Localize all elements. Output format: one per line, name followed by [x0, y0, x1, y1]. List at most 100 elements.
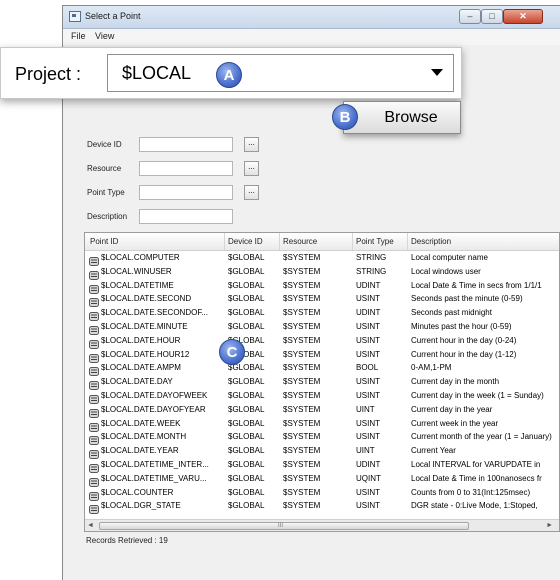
- minimize-button[interactable]: –: [459, 9, 481, 24]
- table-row[interactable]: $LOCAL.DATE.WEEK $GLOBAL $SYSTEM USINT Curre…: [85, 418, 559, 432]
- menu-view[interactable]: View: [95, 31, 114, 41]
- browse-button[interactable]: Browse: [343, 101, 461, 134]
- cell-description: Local INTERVAL for VARUPDATE in: [411, 460, 541, 469]
- device-id-input[interactable]: [139, 137, 233, 152]
- cell-device-id: $GLOBAL: [228, 322, 265, 331]
- cell-description: Current hour in the day (1-12): [411, 349, 517, 359]
- point-tag-icon: [89, 501, 99, 515]
- resource-input[interactable]: [139, 161, 233, 176]
- cell-point-id: $LOCAL.COMPUTER: [101, 253, 180, 262]
- cell-resource: $SYSTEM: [283, 460, 321, 469]
- cell-point-type: USINT: [356, 322, 380, 331]
- close-button[interactable]: ✕: [503, 9, 543, 24]
- horizontal-scrollbar[interactable]: ◄ III ►: [85, 519, 559, 531]
- cell-device-id: $GLOBAL: [228, 377, 265, 387]
- table-row[interactable]: $LOCAL.DATE.HOUR $GLOBAL $SYSTEM USINT Curre…: [85, 335, 559, 349]
- menu-file[interactable]: File: [71, 31, 86, 41]
- point-tag-icon: [89, 281, 99, 294]
- cell-point-id: $LOCAL.DATETIME_INTER...: [101, 460, 209, 469]
- point-tag-icon: [89, 363, 99, 377]
- scroll-left-arrow-icon[interactable]: ◄: [87, 522, 94, 529]
- cell-point-id: $LOCAL.DATETIME: [101, 280, 174, 290]
- column-header-point-type[interactable]: Point Type: [356, 237, 394, 246]
- point-tag-icon: [89, 488, 99, 501]
- cell-point-id: $LOCAL.DATE.MINUTE: [101, 322, 188, 331]
- column-header-point-id[interactable]: Point ID: [90, 237, 118, 246]
- cell-resource: $SYSTEM: [283, 266, 321, 276]
- cell-description: Seconds past midnight: [411, 308, 492, 318]
- point-tag-icon: [89, 446, 99, 460]
- column-header-resource[interactable]: Resource: [283, 237, 317, 246]
- table-row[interactable]: $LOCAL.DGR_STATE $GLOBAL $SYSTEM USINT DGR s…: [85, 500, 559, 515]
- dropdown-arrow-icon[interactable]: [431, 69, 443, 76]
- cell-description: Current hour in the day (0-24): [411, 335, 517, 345]
- point-type-input[interactable]: [139, 185, 233, 200]
- cell-description: Minutes past the hour (0-59): [411, 322, 512, 331]
- cell-resource: $SYSTEM: [283, 280, 321, 290]
- point-tag-icon: [89, 350, 99, 363]
- cell-device-id: $GLOBAL: [228, 308, 265, 318]
- column-header-device-id[interactable]: Device ID: [228, 237, 263, 246]
- table-row[interactable]: $LOCAL.DATE.DAYOFYEAR $GLOBAL $SYSTEM UINT C…: [85, 404, 559, 418]
- cell-point-id: $LOCAL.DATE.DAY: [101, 377, 173, 387]
- table-row[interactable]: $LOCAL.DATETIME $GLOBAL $SYSTEM UDINT Local …: [85, 280, 559, 294]
- cell-point-id: $LOCAL.DATE.MONTH: [101, 432, 187, 442]
- scrollbar-thumb[interactable]: III: [99, 522, 469, 530]
- cell-description: Current Year: [411, 446, 456, 456]
- table-row[interactable]: $LOCAL.DATE.MINUTE $GLOBAL $SYSTEM USINT Min…: [85, 321, 559, 335]
- cell-device-id: $GLOBAL: [228, 391, 265, 400]
- point-type-browse-button[interactable]: ...: [244, 185, 259, 200]
- table-header: Point ID Device ID Resource Point Type D…: [85, 233, 559, 251]
- column-divider[interactable]: [279, 233, 280, 250]
- cell-device-id: $GLOBAL: [228, 280, 265, 290]
- cell-point-type: USINT: [356, 335, 380, 345]
- cell-point-type: USINT: [356, 391, 380, 400]
- resource-browse-button[interactable]: ...: [244, 161, 259, 176]
- table-row[interactable]: $LOCAL.WINUSER $GLOBAL $SYSTEM STRING Local …: [85, 266, 559, 280]
- column-divider[interactable]: [407, 233, 408, 250]
- cell-point-type: UQINT: [356, 473, 381, 483]
- column-header-description[interactable]: Description: [411, 237, 451, 246]
- cell-point-id: $LOCAL.DATE.WEEK: [101, 418, 181, 428]
- cell-point-type: USINT: [356, 487, 380, 497]
- table-row[interactable]: $LOCAL.COMPUTER $GLOBAL $SYSTEM STRING Local…: [85, 252, 559, 266]
- project-dropdown-value: $LOCAL: [122, 63, 192, 83]
- scroll-right-arrow-icon[interactable]: ►: [546, 522, 553, 529]
- description-input[interactable]: [139, 209, 233, 224]
- cell-point-id: $LOCAL.DATE.SECOND: [101, 294, 192, 304]
- cell-resource: $SYSTEM: [283, 487, 321, 497]
- cell-description: Current day in the week (1 = Sunday): [411, 391, 544, 400]
- column-divider[interactable]: [352, 233, 353, 250]
- cell-point-type: USINT: [356, 432, 380, 442]
- point-tag-icon: [89, 460, 99, 473]
- cell-point-type: BOOL: [356, 363, 379, 373]
- cell-point-type: USINT: [356, 501, 380, 511]
- cell-resource: $SYSTEM: [283, 377, 321, 387]
- cell-description: Local Date & Time in secs from 1/1/1: [411, 280, 542, 290]
- project-dropdown[interactable]: $LOCAL: [107, 54, 454, 92]
- table-row[interactable]: $LOCAL.COUNTER $GLOBAL $SYSTEM USINT Counts …: [85, 487, 559, 501]
- cell-point-id: $LOCAL.WINUSER: [101, 266, 172, 276]
- maximize-button[interactable]: □: [481, 9, 503, 24]
- cell-point-type: USINT: [356, 294, 380, 304]
- resource-label: Resource: [87, 164, 122, 173]
- table-row[interactable]: $LOCAL.DATE.SECOND $GLOBAL $SYSTEM USINT Sec…: [85, 293, 559, 308]
- table-row[interactable]: $LOCAL.DATE.SECONDOF... $GLOBAL $SYSTEM UDI…: [85, 307, 559, 322]
- table-row[interactable]: $LOCAL.DATE.YEAR $GLOBAL $SYSTEM UINT Curren…: [85, 445, 559, 460]
- cell-point-id: $LOCAL.DATE.AMPM: [101, 363, 181, 373]
- table-row[interactable]: $LOCAL.DATE.HOUR12 $GLOBAL $SYSTEM USINT Cur…: [85, 349, 559, 363]
- cell-point-type: UDINT: [356, 460, 381, 469]
- table-row[interactable]: $LOCAL.DATE.DAYOFWEEK $GLOBAL $SYSTEM USINT…: [85, 390, 559, 404]
- cell-point-type: STRING: [356, 266, 387, 276]
- table-row[interactable]: $LOCAL.DATE.AMPM $GLOBAL $SYSTEM BOOL 0-AM,1…: [85, 362, 559, 377]
- table-row[interactable]: $LOCAL.DATETIME_VARU... $GLOBAL $SYSTEM UQI…: [85, 473, 559, 487]
- column-divider[interactable]: [224, 233, 225, 250]
- point-tag-icon: [89, 294, 99, 308]
- point-tag-icon: [89, 322, 99, 335]
- table-row[interactable]: $LOCAL.DATE.DAY $GLOBAL $SYSTEM USINT Curren…: [85, 376, 559, 391]
- cell-device-id: $GLOBAL: [228, 446, 265, 456]
- table-row[interactable]: $LOCAL.DATE.MONTH $GLOBAL $SYSTEM USINT Curr…: [85, 431, 559, 446]
- table-row[interactable]: $LOCAL.DATETIME_INTER... $GLOBAL $SYSTEM UD…: [85, 459, 559, 473]
- device-id-browse-button[interactable]: ...: [244, 137, 259, 152]
- cell-resource: $SYSTEM: [283, 501, 321, 511]
